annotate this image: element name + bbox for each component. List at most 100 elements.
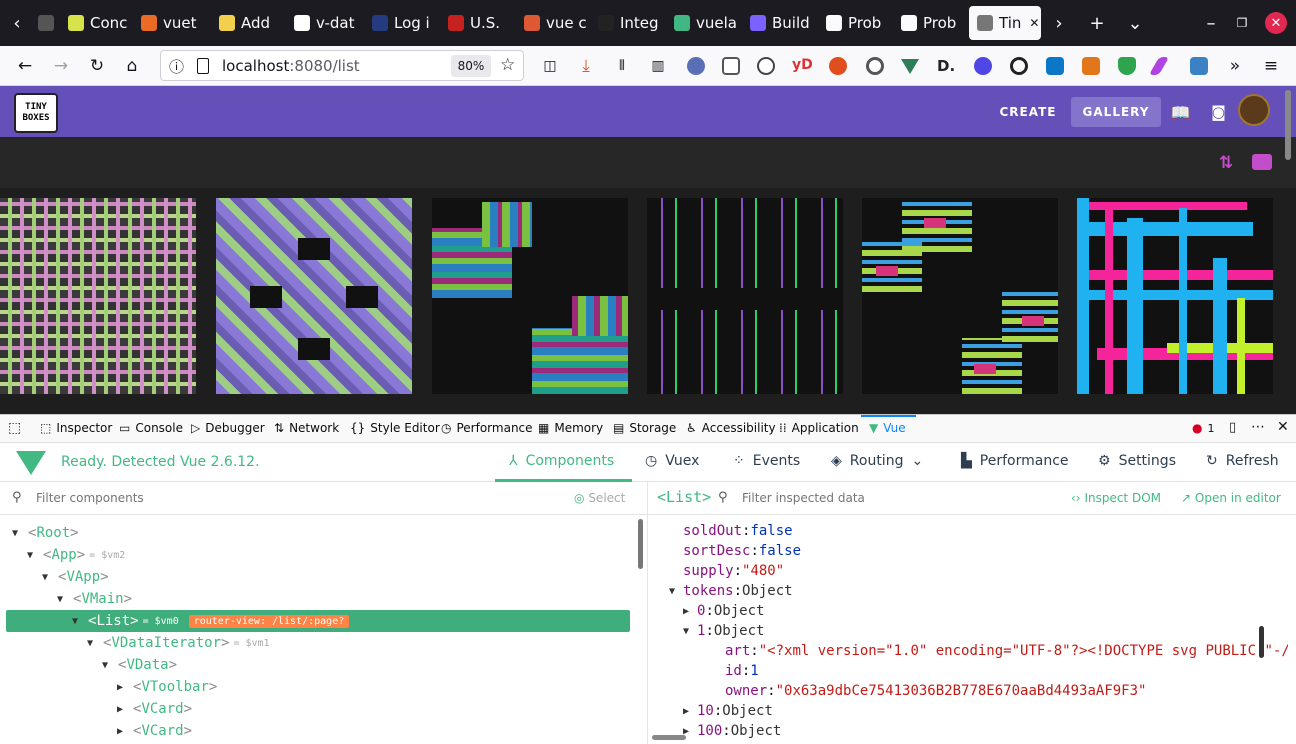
downloads-icon[interactable]: ⤓ [571,51,601,81]
browser-tab[interactable]: Tin ✕ [969,6,1041,40]
sidebar-icon[interactable]: ▥ [643,51,673,81]
browser-tab[interactable]: vuela [666,6,736,40]
list-all-tabs-left-icon[interactable]: ‹ [2,8,32,38]
url-text[interactable]: localhost:8080/list [222,57,360,75]
discord-icon[interactable]: ◙ [1208,97,1230,127]
token-card[interactable] [647,198,843,394]
data-property-row[interactable]: art: "<?xml version="1.0" encoding="UTF-… [648,641,1288,661]
expand-triangle-open-icon[interactable]: ▼ [87,638,103,649]
expand-triangle-open-icon[interactable]: ▼ [12,528,28,539]
expand-triangle-closed-icon[interactable]: ▶ [117,682,133,693]
tree-node-root[interactable]: ▼ < Root > [6,522,630,544]
book-icon[interactable]: 📖 [1170,97,1192,127]
close-devtools-icon[interactable]: ✕ [1277,419,1289,435]
tree-node-vtoolbar[interactable]: ▶ < VToolbar > [6,676,630,698]
devtools-tab-vue[interactable]: ▼ Vue [869,421,906,435]
close-window-icon[interactable]: ✕ [1265,12,1287,34]
tab-settings[interactable]: ⚙ Settings [1098,453,1176,469]
devtools-tab-storage[interactable]: ▤ Storage [613,421,676,435]
url-bar[interactable]: ⓘ localhost:8080/list 80% ☆ [160,50,524,81]
extension-play-icon[interactable] [722,57,740,75]
browser-tab[interactable]: vue c [516,6,586,40]
extension-yd-icon[interactable]: yD [792,57,816,75]
site-info-icon[interactable]: ⓘ [169,56,184,77]
browser-tab[interactable]: Log i [364,6,434,40]
extension-dev-icon[interactable]: D. [937,57,955,75]
tab-routing[interactable]: ◈ Routing ⌄ [831,453,923,469]
browser-tab[interactable]: Conc [60,6,130,40]
expand-triangle-closed-icon[interactable]: ▶ [117,704,133,715]
home-icon[interactable]: ⌂ [117,51,147,81]
tree-node-vdataiterator[interactable]: ▼ < VDataIterator > = $vm1 [6,632,630,654]
devtools-tab-console[interactable]: ▭ Console [119,421,183,435]
close-tab-icon[interactable]: ✕ [1029,16,1039,30]
extension-blue-gear-icon[interactable] [974,57,992,75]
tab-events[interactable]: ⁘ Events [733,453,800,469]
token-card[interactable] [1077,198,1273,394]
tab-components[interactable]: ⅄ Components [509,453,614,469]
expand-triangle-open-icon[interactable]: ▼ [669,586,683,597]
browser-tab[interactable]: Add [211,6,281,40]
error-count-badge[interactable]: ● 1 [1192,421,1214,435]
pick-element-icon[interactable]: ⬚ [8,420,21,436]
gallery-button[interactable]: GALLERY [1071,97,1161,127]
scroll-tabs-right-icon[interactable]: › [1044,8,1074,38]
list-all-tabs-icon[interactable]: ⌄ [1120,8,1150,38]
expand-triangle-closed-icon[interactable]: ▶ [683,706,697,717]
open-in-editor-button[interactable]: ↗ Open in editor [1181,491,1281,505]
expand-triangle-closed-icon[interactable]: ▶ [117,726,133,737]
tree-node-vdata[interactable]: ▼ < VData > [6,654,630,676]
data-property-row[interactable]: owner: "0x63a9dbCe75413036B2B778E670aaBd… [648,681,1288,701]
user-avatar[interactable] [1238,94,1270,126]
extension-feather-icon[interactable] [1148,57,1170,75]
restore-window-icon[interactable]: ❐ [1227,8,1257,38]
filter-inspected-data-input[interactable] [742,488,1042,508]
expand-triangle-open-icon[interactable]: ▼ [102,660,118,671]
expand-triangle-open-icon[interactable]: ▼ [57,594,73,605]
refresh-button[interactable]: ↻ Refresh [1206,453,1279,469]
new-tab-icon[interactable]: + [1082,8,1112,38]
browser-tab[interactable]: Build [742,6,812,40]
tree-scrollbar[interactable] [638,519,643,569]
extension-ring-icon[interactable] [1010,57,1028,75]
browser-tab[interactable]: v-dat [286,6,356,40]
tree-node-vcard[interactable]: ▶ < VCard > [6,720,630,742]
expand-triangle-closed-icon[interactable]: ▶ [683,606,697,617]
tree-node-vapp[interactable]: ▼ < VApp > [6,566,630,588]
extension-tracker-icon[interactable] [757,57,775,75]
token-card[interactable] [862,198,1058,394]
props-scrollbar-horizontal[interactable] [652,735,686,740]
devtools-tab-performance[interactable]: ◷ Performance [441,421,533,435]
bookmark-star-icon[interactable]: ☆ [500,55,515,75]
data-property-row[interactable]: ▶ 0: Object [648,601,1288,621]
page-scrollbar[interactable] [1285,90,1291,160]
devtools-tab-accessibility[interactable]: ♿ Accessibility [686,421,776,435]
extension-eye-icon[interactable] [866,57,884,75]
data-property-row[interactable]: supply: "480" [648,561,1288,581]
extension-shield-icon[interactable] [1118,57,1136,75]
create-button[interactable]: CREATE [996,97,1060,127]
inspect-dom-button[interactable]: ‹› Inspect DOM [1071,491,1161,505]
devtools-tab-memory[interactable]: ▦ Memory [538,421,603,435]
library-icon[interactable]: ⫴ [607,51,637,81]
browser-tab[interactable]: U.S. [440,6,510,40]
browser-tab[interactable]: vuet [133,6,203,40]
extension-metamask-icon[interactable] [1082,57,1100,75]
more-options-icon[interactable]: ⋯ [1251,419,1265,435]
token-card[interactable] [432,198,628,394]
reload-icon[interactable]: ↻ [82,51,112,81]
data-property-row[interactable]: soldOut: false [648,521,1288,541]
pocket-icon[interactable]: ◫ [535,51,565,81]
expand-triangle-open-icon[interactable]: ▼ [72,616,88,627]
token-card[interactable] [0,198,196,394]
select-component-button[interactable]: ◎ Select [574,491,625,505]
data-property-row[interactable]: ▼ tokens: Object [648,581,1288,601]
devtools-tab-application[interactable]: ⁞⁞ Application [779,421,859,435]
devtools-tab-network[interactable]: ⇅ Network [274,421,339,435]
browser-tab[interactable]: Prob [818,6,888,40]
extension-s-icon[interactable] [1046,57,1064,75]
browser-tab[interactable]: ha [30,6,58,40]
zoom-indicator[interactable]: 80% [451,55,491,77]
extension-s2-icon[interactable] [1190,57,1208,75]
data-property-row[interactable]: sortDesc: false [648,541,1288,561]
